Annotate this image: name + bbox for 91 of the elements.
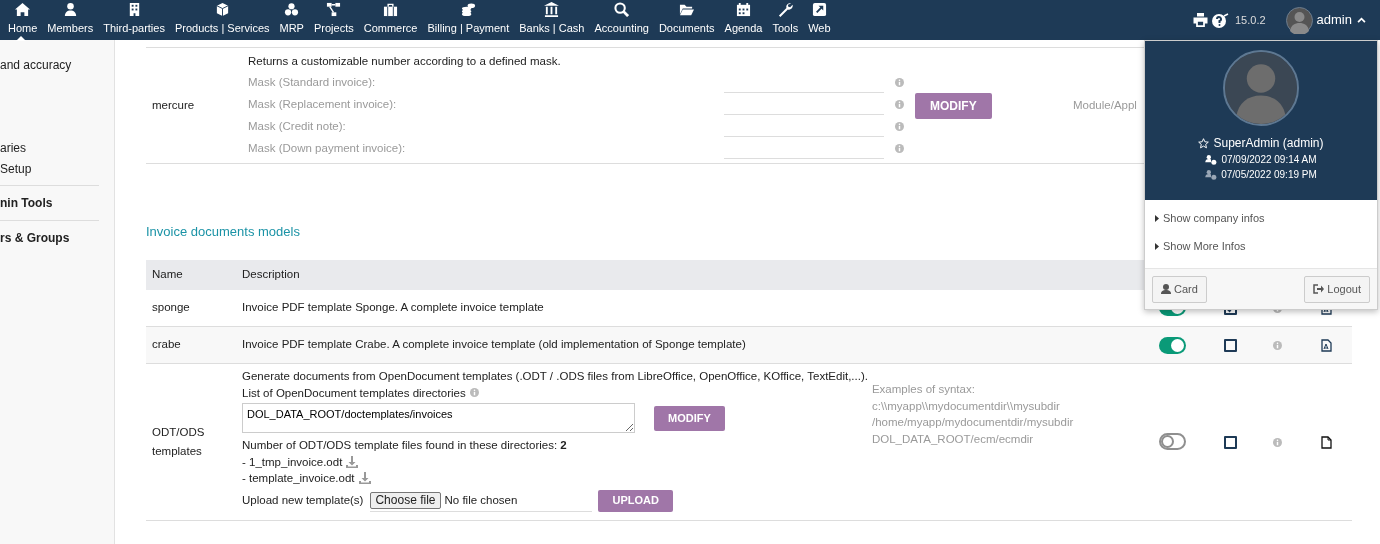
bank-icon [544,1,560,17]
expand-link[interactable]: Show company infos [1145,204,1377,232]
files-found-text: Number of ODT/ODS template files found in these directories: 2 [242,438,568,453]
printer-icon[interactable] [1193,13,1208,27]
nav-tab[interactable]: Commerce [358,0,423,40]
directories-field[interactable]: DOL_DATA_ROOT/doctemplates/invoices [242,403,635,433]
column-header: Description [236,259,1140,290]
syntax-example: DOL_DATA_ROOT/ecm/ecmdir [871,431,1035,447]
user-menu-toggle[interactable]: admin [1316,10,1366,30]
syntax-example: Examples of syntax: [871,382,976,397]
person-icon [62,1,78,17]
nav-tab[interactable]: Tools [767,0,804,40]
version-label: 15.0.2 [1235,12,1266,28]
info-icon [469,388,479,398]
template-file: - template_invoice.odt [242,471,355,486]
mask-label: Mask (Down payment invoice): [248,141,407,156]
directories-label: List of OpenDocument templates directories [242,385,466,401]
nav-tab[interactable]: Banks | Cash [514,0,590,40]
user-clock-icon [1205,154,1218,165]
syntax-example: c:\\myapp\\mydocumentdir\\mysubdir [871,398,1061,414]
nav-tab[interactable]: Third-parties [98,0,170,40]
template-file: - 1_tmp_invoice.odt [242,454,343,470]
module-note: Module/Appl [1073,97,1137,113]
info-icon[interactable] [895,121,904,131]
syntax-example: /home/myapp/mydocumentdir/mysubdir [871,415,1074,430]
model-name: crabe [152,338,181,351]
mask-label: Mask (Standard invoice): [248,75,377,90]
info-icon [1273,340,1282,350]
upload-label: Upload new template(s) [242,493,364,509]
section-title: Invoice documents models [146,223,301,241]
sidebar-link[interactable]: Setup [0,159,114,180]
sidebar-link[interactable]: aries [0,138,114,159]
file-input[interactable]: Choose file No file chosen [370,489,593,512]
magnifier-icon [614,1,630,17]
logout-icon [1313,284,1325,295]
nav-tab[interactable]: MRP [274,0,309,40]
sidebar-heading[interactable]: rs & Groups [0,220,99,255]
info-icon[interactable] [895,77,904,87]
toggle-switch[interactable] [1159,336,1186,354]
model-name: sponge [152,301,190,314]
nav-tab[interactable]: Accounting [589,0,654,40]
user-name: SuperAdmin (admin) [1213,135,1324,152]
model-description: Returns a customizable number according to a defined mask. [248,54,562,69]
card-button[interactable]: Card [1152,276,1207,303]
expand-link[interactable]: Show More Infos [1145,232,1377,260]
nav-tab[interactable]: Documents [653,0,720,40]
info-icon[interactable] [895,99,904,109]
pdf-file-icon[interactable] [1320,338,1332,352]
sidebar-link[interactable]: and accuracy [0,55,114,76]
default-checkbox[interactable] [1223,435,1237,449]
wrench-icon [777,1,793,17]
coins-icon [460,1,476,17]
toggle-switch[interactable] [1159,433,1186,451]
person-icon [1161,284,1171,295]
avatar-icon[interactable] [1285,6,1313,34]
upload-button[interactable]: UPLOAD [598,489,673,512]
download-icon[interactable] [358,472,371,485]
caret-right-icon [1155,242,1159,250]
column-header: Name [146,259,236,290]
default-checkbox[interactable] [1223,338,1237,352]
logout-button[interactable]: Logout [1304,276,1370,303]
user-clock-icon [1205,169,1218,180]
download-icon[interactable] [346,455,359,468]
file-icon[interactable] [1320,435,1332,449]
mask-label: Mask (Replacement invoice): [248,97,398,112]
model-name: ODT/ODS templates [152,425,205,457]
modify-button[interactable]: MODIFY [915,92,992,119]
modify-button[interactable]: MODIFY [654,405,725,431]
login-time: 07/05/2022 09:19 PM [1221,168,1317,182]
nav-tab[interactable]: Products | Services [169,0,275,40]
caret-right-icon [1155,214,1159,222]
star-icon [1198,137,1210,149]
home-icon [15,1,31,17]
model-description: Invoice PDF template Crabe. A complete invoice template (old implementation of Sponge template) [242,338,746,351]
nav-tab[interactable]: Members [42,0,99,40]
nav-tab[interactable]: Web [803,0,836,40]
diagram-icon [326,1,342,17]
login-time: 07/09/2022 09:14 AM [1221,153,1317,167]
nav-tab[interactable]: Billing | Payment [422,0,515,40]
cubes-icon [284,1,300,17]
model-name: mercure [152,97,195,113]
info-icon [1273,437,1282,447]
nav-tab[interactable]: Projects [308,0,359,40]
mask-label: Mask (Credit note): [248,119,347,134]
nav-tab[interactable]: Agenda [719,0,768,40]
caret-up-icon [1357,17,1366,23]
help-icon[interactable] [1212,12,1229,28]
model-description: Generate documents from OpenDocument templates (.ODT / .ODS files from LibreOffice, OpenOffice, KOffice, TextEdit,...). [242,369,868,384]
model-description: Invoice PDF template Sponge. A complete invoice template [242,301,544,314]
info-icon[interactable] [895,143,904,153]
sidebar-heading[interactable]: nin Tools [0,185,99,220]
